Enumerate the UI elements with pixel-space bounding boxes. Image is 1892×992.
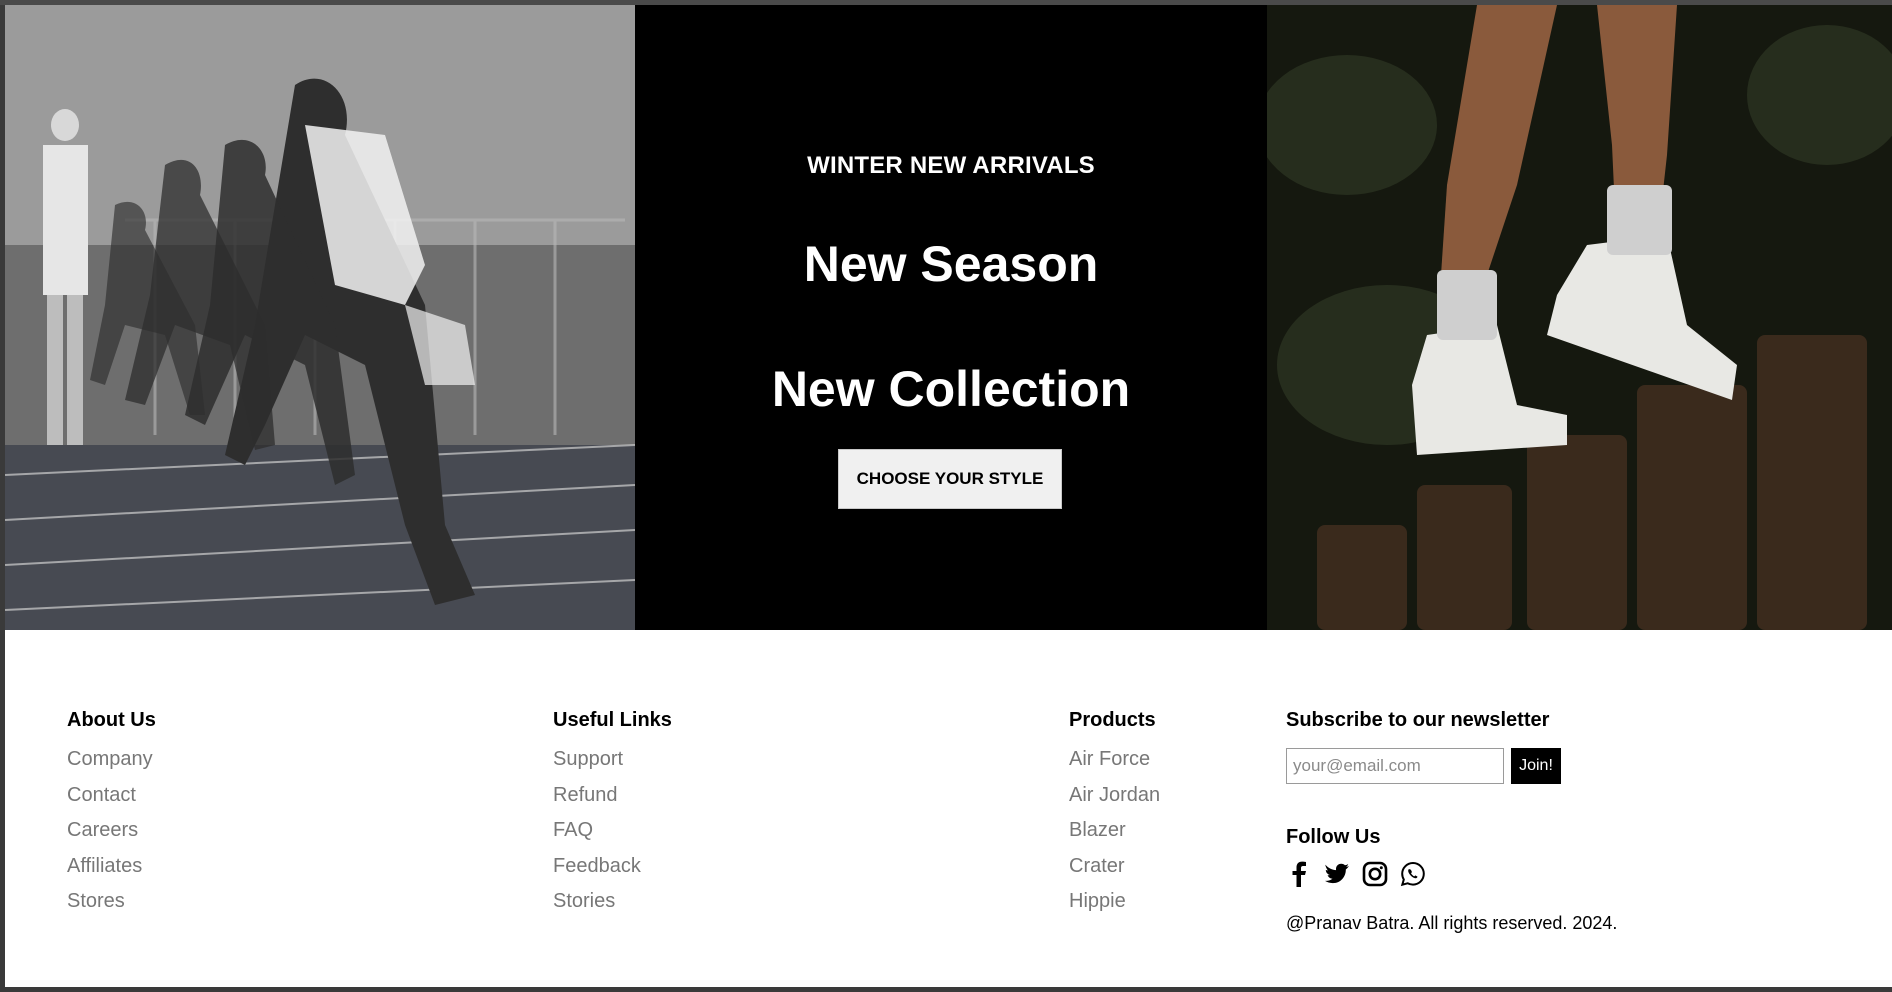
footer-link-company[interactable]: Company xyxy=(67,748,153,770)
choose-your-style-button[interactable]: CHOOSE YOUR STYLE xyxy=(838,449,1062,509)
facebook-icon[interactable] xyxy=(1286,861,1312,887)
footer-link-support[interactable]: Support xyxy=(553,748,623,770)
follow-us-heading: Follow Us xyxy=(1286,826,1381,848)
newsletter-email-input[interactable] xyxy=(1286,748,1504,784)
sprinters-image xyxy=(5,5,635,630)
footer-products-column: Products Air Force Air Jordan Blazer Cra… xyxy=(1069,709,1160,926)
footer-link-stories[interactable]: Stories xyxy=(553,890,615,912)
sneakers-illustration xyxy=(1267,5,1892,630)
instagram-icon[interactable] xyxy=(1362,861,1388,887)
useful-links-heading: Useful Links xyxy=(553,709,672,731)
copyright-text: @Pranav Batra. All rights reserved. 2024… xyxy=(1286,913,1618,933)
footer-link-affiliates[interactable]: Affiliates xyxy=(67,855,142,877)
footer-useful-links-column: Useful Links Support Refund FAQ Feedback… xyxy=(553,709,672,926)
footer-link-blazer[interactable]: Blazer xyxy=(1069,819,1126,841)
whatsapp-icon[interactable] xyxy=(1400,861,1426,887)
footer-about-column: About Us Company Contact Careers Affilia… xyxy=(67,709,156,926)
site-footer: About Us Company Contact Careers Affilia… xyxy=(5,630,1892,987)
footer-link-feedback[interactable]: Feedback xyxy=(553,855,641,877)
hero-promo-panel: WINTER NEW ARRIVALS New Season New Colle… xyxy=(635,5,1267,630)
hero-headline-line2: New Collection xyxy=(771,361,1131,417)
newsletter-section: Subscribe to our newsletter Join! Follow… xyxy=(1286,709,1846,934)
footer-link-crater[interactable]: Crater xyxy=(1069,855,1125,877)
footer-link-careers[interactable]: Careers xyxy=(67,819,138,841)
footer-link-faq[interactable]: FAQ xyxy=(553,819,593,841)
twitter-icon[interactable] xyxy=(1324,861,1350,887)
footer-link-hippie[interactable]: Hippie xyxy=(1069,890,1126,912)
footer-link-air-jordan[interactable]: Air Jordan xyxy=(1069,784,1160,806)
footer-link-air-force[interactable]: Air Force xyxy=(1069,748,1150,770)
footer-link-contact[interactable]: Contact xyxy=(67,784,136,806)
sprinters-illustration xyxy=(5,5,635,630)
about-us-heading: About Us xyxy=(67,709,156,731)
hero-headline-line1: New Season xyxy=(803,236,1099,292)
newsletter-heading: Subscribe to our newsletter xyxy=(1286,709,1550,731)
footer-link-refund[interactable]: Refund xyxy=(553,784,618,806)
footer-link-stores[interactable]: Stores xyxy=(67,890,125,912)
page: WINTER NEW ARRIVALS New Season New Colle… xyxy=(5,5,1892,987)
sneakers-image xyxy=(1267,5,1892,630)
products-heading: Products xyxy=(1069,709,1156,731)
join-button[interactable]: Join! xyxy=(1511,748,1561,784)
newsletter-form: Join! xyxy=(1286,748,1846,784)
hero-eyebrow: WINTER NEW ARRIVALS xyxy=(807,152,1095,179)
hero-banner: WINTER NEW ARRIVALS New Season New Colle… xyxy=(5,5,1892,630)
social-links xyxy=(1286,861,1846,887)
